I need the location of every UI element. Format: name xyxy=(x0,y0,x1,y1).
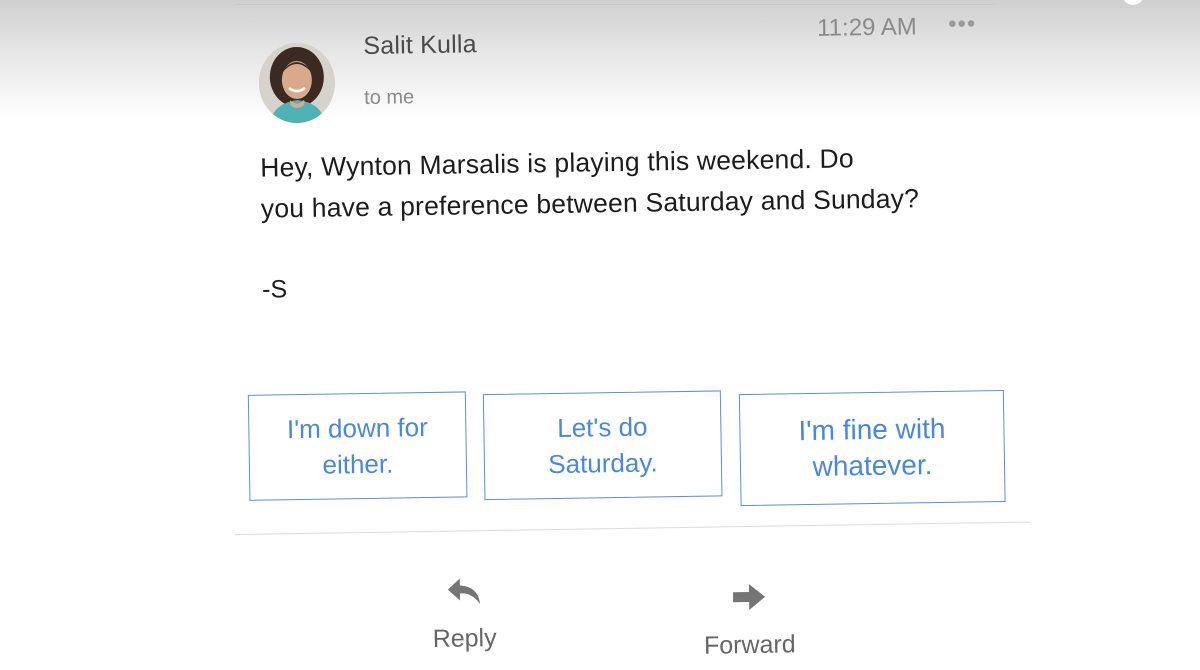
email-body: Hey, Wynton Marsalis is playing this wee… xyxy=(260,136,1021,230)
forward-label: Forward xyxy=(703,630,796,660)
chip-label-line: I'm down for xyxy=(286,412,428,445)
recipient-label[interactable]: to me xyxy=(364,86,414,110)
chip-label-line: either. xyxy=(322,448,394,480)
sender-name[interactable]: Salit Kulla xyxy=(363,30,477,61)
chip-label-line: Saturday. xyxy=(548,447,658,480)
email-screen: Salit Kulla to me 11:29 AM ••• Hey, Wynt… xyxy=(0,0,1200,670)
chip-label-line: whatever. xyxy=(812,449,933,482)
smart-reply-chip[interactable]: Let's do Saturday. xyxy=(482,390,723,501)
timestamp: 11:29 AM xyxy=(816,13,917,42)
smart-reply-chip[interactable]: I'm fine with whatever. xyxy=(738,389,1006,507)
forward-icon xyxy=(732,584,766,611)
avatar[interactable] xyxy=(258,42,336,124)
reply-label: Reply xyxy=(432,623,497,653)
chip-label-line: I'm fine with xyxy=(798,412,946,447)
avatar-photo xyxy=(258,42,336,124)
more-horiz-icon[interactable]: ••• xyxy=(948,10,977,38)
smart-reply-chip[interactable]: I'm down for either. xyxy=(247,391,468,501)
chip-label-line: Let's do xyxy=(556,411,648,443)
reply-button[interactable]: Reply xyxy=(414,574,515,655)
reply-icon xyxy=(447,578,481,605)
email-message: Salit Kulla to me 11:29 AM ••• Hey, Wynt… xyxy=(0,0,1200,670)
actions-divider xyxy=(235,521,1030,536)
forward-button[interactable]: Forward xyxy=(684,580,815,661)
email-signature: -S xyxy=(261,275,288,304)
